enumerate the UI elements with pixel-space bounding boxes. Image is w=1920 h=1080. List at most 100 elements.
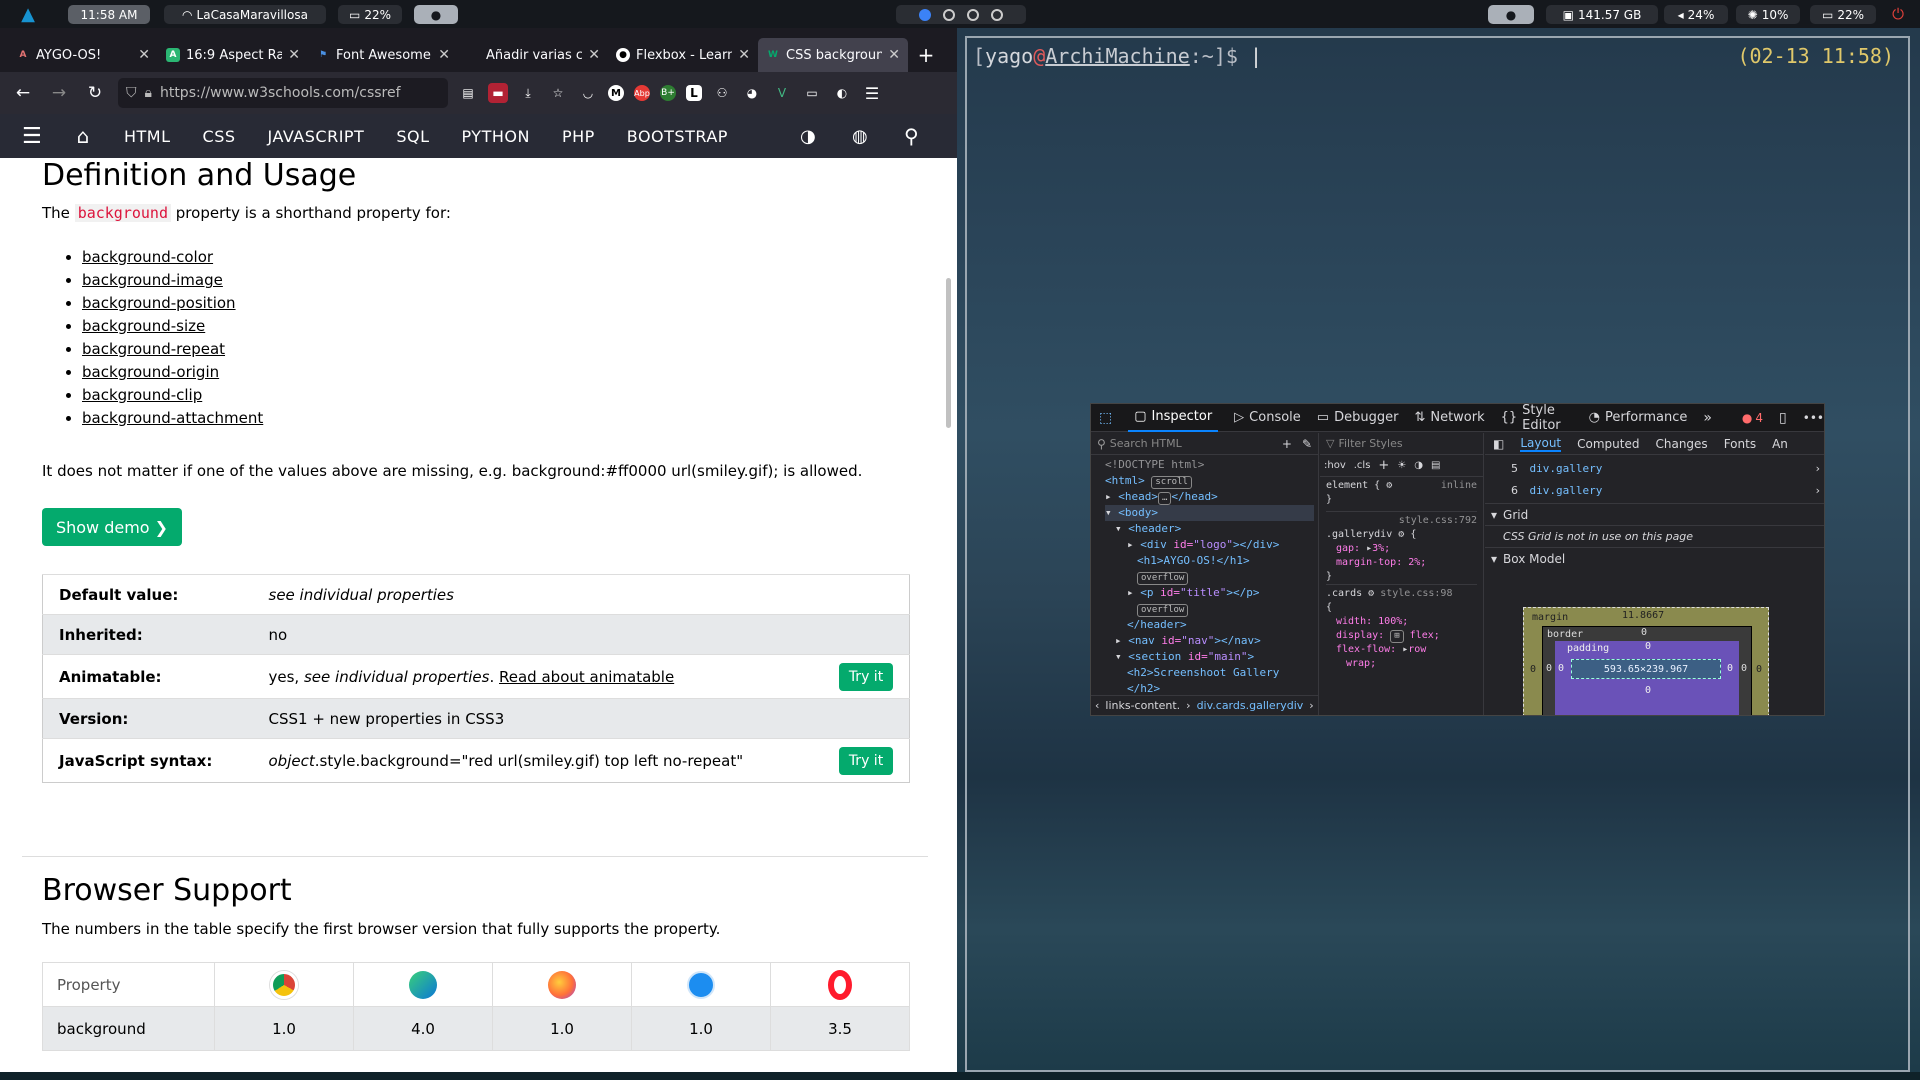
- rule-source[interactable]: style.css:792: [1399, 514, 1477, 528]
- w3nav-bootstrap[interactable]: BOOTSTRAP: [611, 127, 744, 146]
- workspace-1[interactable]: [919, 8, 931, 21]
- adblock-icon[interactable]: Abp: [634, 85, 650, 101]
- rule-declaration[interactable]: margin-top: 2%;: [1326, 556, 1477, 570]
- border-left-value[interactable]: 0: [1546, 663, 1552, 674]
- eye-extension-icon[interactable]: ◕: [742, 83, 762, 103]
- flex-badge-icon[interactable]: ⊞: [1390, 630, 1404, 643]
- download-icon[interactable]: ⤓: [518, 83, 538, 103]
- rule-declaration[interactable]: display: ⊞ flex;: [1326, 629, 1477, 643]
- tab-computed[interactable]: Computed: [1577, 437, 1639, 451]
- page-scrollbar[interactable]: [943, 158, 955, 1080]
- tab-aygo[interactable]: A AYGO-OS! ✕: [8, 38, 158, 72]
- ghost-pill[interactable]: ●: [414, 5, 458, 24]
- tab-inspector[interactable]: ▢ Inspector: [1128, 404, 1219, 432]
- markup-line-selected[interactable]: ▾ <body>: [1105, 505, 1314, 521]
- padding-right-value[interactable]: 0: [1727, 663, 1733, 674]
- markup-line[interactable]: overflow: [1105, 569, 1314, 585]
- wifi-pill[interactable]: ◠ LaCasaMaravillosa: [164, 5, 326, 24]
- tab-performance[interactable]: ◔ Performance: [1589, 404, 1688, 432]
- dark-mode-icon[interactable]: ◐: [832, 83, 852, 103]
- tab-css-background[interactable]: W CSS backgroun ✕: [758, 38, 908, 72]
- property-link[interactable]: background-size: [82, 315, 263, 338]
- hov-toggle[interactable]: :hov: [1324, 460, 1346, 471]
- ghost-pill-right[interactable]: ●: [1488, 5, 1534, 24]
- margin-right-value[interactable]: 0: [1756, 664, 1762, 675]
- tab-aspect-ratio[interactable]: A 16:9 Aspect Ra ✕: [158, 38, 308, 72]
- hamburger-menu-icon[interactable]: ☰: [862, 83, 882, 103]
- property-link[interactable]: background-origin: [82, 361, 263, 384]
- rule-selector[interactable]: .gallerydiv: [1326, 529, 1392, 540]
- padding-box[interactable]: padding 0 0 0 0 593.65×239.967: [1555, 641, 1739, 715]
- tab-anadir[interactable]: Añadir varias c ✕: [458, 38, 608, 72]
- clock-pill[interactable]: 11:58 AM: [68, 5, 150, 24]
- tab-console[interactable]: ▷ Console: [1234, 404, 1301, 432]
- rule-selector[interactable]: .cards: [1326, 588, 1362, 599]
- reader-view-icon[interactable]: ▤: [458, 83, 478, 103]
- workspace-2[interactable]: [943, 8, 955, 21]
- eyedropper-icon[interactable]: ✎: [1302, 437, 1312, 451]
- markup-line[interactable]: ▸ <nav id="nav"></nav>: [1105, 633, 1314, 649]
- padding-left-value[interactable]: 0: [1558, 663, 1564, 674]
- box-model-header[interactable]: ▾ Box Model: [1485, 547, 1824, 569]
- error-badge[interactable]: ● 4: [1742, 411, 1763, 425]
- bookmark-star-icon[interactable]: ☆: [548, 83, 568, 103]
- overflow-badge[interactable]: overflow: [1137, 604, 1189, 617]
- margin-top-value[interactable]: 11.8667: [1622, 610, 1664, 621]
- volume-pill[interactable]: ◂ 24%: [1664, 5, 1728, 24]
- rule-source[interactable]: style.css:98: [1380, 588, 1452, 599]
- reload-icon[interactable]: ↻: [82, 80, 108, 106]
- vue-icon[interactable]: V: [772, 83, 792, 103]
- property-link[interactable]: background-position: [82, 292, 263, 315]
- markup-line[interactable]: </header>: [1105, 617, 1314, 633]
- w3nav-sql[interactable]: SQL: [380, 127, 445, 146]
- tab-fonts[interactable]: Fonts: [1724, 437, 1756, 451]
- w3nav-css[interactable]: CSS: [187, 127, 252, 146]
- grid-section-header[interactable]: ▾ Grid: [1485, 503, 1824, 525]
- add-node-icon[interactable]: +: [1282, 437, 1292, 451]
- markup-line[interactable]: ▸ <div id="logo"></div>: [1105, 537, 1314, 553]
- cls-toggle[interactable]: .cls: [1354, 460, 1371, 471]
- close-icon[interactable]: ✕: [738, 47, 750, 63]
- markup-line[interactable]: ▸ <head>… </head>: [1105, 489, 1314, 505]
- lock-icon[interactable]: 🔒︎: [145, 85, 152, 101]
- l-extension-icon[interactable]: L: [686, 85, 702, 101]
- brightness-pill[interactable]: ✺ 10%: [1736, 5, 1800, 24]
- padding-top-value[interactable]: 0: [1645, 641, 1651, 652]
- markup-line[interactable]: <h2>Screenshoot Gallery: [1105, 665, 1314, 681]
- flex-item[interactable]: 6 div.gallery ›: [1491, 479, 1820, 501]
- markup-line[interactable]: ▾ <section id="main">: [1105, 649, 1314, 665]
- url-bar[interactable]: ⛉ 🔒︎ https://www.w3schools.com/cssref: [118, 78, 448, 108]
- devtools-menu-icon[interactable]: •••: [1803, 411, 1824, 425]
- content-size[interactable]: 593.65×239.967: [1604, 664, 1688, 675]
- workspace-4[interactable]: [991, 8, 1003, 21]
- arch-logo-icon[interactable]: ▲: [18, 4, 38, 25]
- markup-line[interactable]: overflow: [1105, 601, 1314, 617]
- rule-selector[interactable]: element {: [1326, 480, 1380, 491]
- close-icon[interactable]: ✕: [888, 47, 900, 63]
- margin-box[interactable]: margin 11.8667 0 0 border 0 0 0 padding …: [1523, 607, 1769, 715]
- translate-icon[interactable]: ⚇: [712, 83, 732, 103]
- overflow-badge[interactable]: overflow: [1137, 572, 1189, 585]
- rule-declaration[interactable]: width: 100%;: [1326, 615, 1477, 629]
- disk-pill[interactable]: ▣ 141.57 GB: [1546, 5, 1658, 24]
- forward-icon[interactable]: →: [46, 80, 72, 106]
- tab-layout[interactable]: Layout: [1520, 436, 1562, 452]
- property-link[interactable]: background-clip: [82, 384, 263, 407]
- m-extension-icon[interactable]: M: [608, 85, 624, 101]
- filter-styles-input[interactable]: Filter Styles: [1338, 437, 1402, 450]
- property-link[interactable]: background-attachment: [82, 407, 263, 430]
- battery-pill-left[interactable]: ▭ 22%: [338, 5, 402, 24]
- light-mode-icon[interactable]: ☀: [1397, 460, 1406, 471]
- workspace-3[interactable]: [967, 8, 979, 21]
- try-it-button[interactable]: Try it: [839, 662, 893, 691]
- tab-flexbox[interactable]: ● Flexbox - Learn ✕: [608, 38, 758, 72]
- rule-declaration[interactable]: gap: ▸3%;: [1326, 542, 1477, 556]
- tab-animations[interactable]: An: [1772, 437, 1788, 451]
- close-icon[interactable]: ✕: [588, 47, 600, 63]
- power-icon[interactable]: ⏻: [1888, 4, 1908, 24]
- close-icon[interactable]: ✕: [438, 47, 450, 63]
- us-flag-icon[interactable]: ▬: [488, 83, 508, 103]
- search-icon[interactable]: ⚲: [904, 124, 919, 148]
- content-box[interactable]: 593.65×239.967: [1571, 659, 1721, 679]
- print-icon[interactable]: ▤: [1431, 460, 1440, 471]
